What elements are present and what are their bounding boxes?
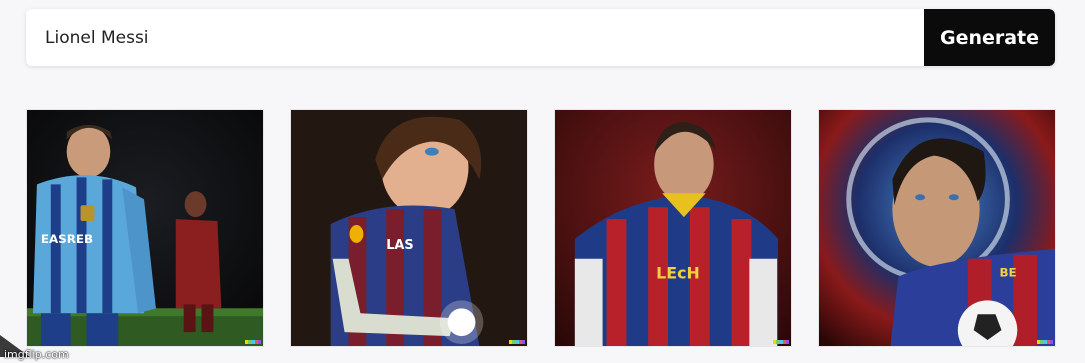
- wm-5: [521, 340, 526, 344]
- watermark-strip: [245, 340, 262, 344]
- generated-image-3[interactable]: LEcH: [554, 109, 792, 347]
- svg-text:BE: BE: [999, 266, 1016, 280]
- generated-image-4-art: BE: [819, 110, 1055, 346]
- generate-button[interactable]: Generate: [924, 9, 1055, 66]
- app: Generate: [0, 0, 1085, 363]
- wm-5: [785, 340, 790, 344]
- generated-image-2-art: LAS: [291, 110, 527, 346]
- generated-image-4[interactable]: BE: [818, 109, 1056, 347]
- svg-text:LEcH: LEcH: [656, 264, 700, 283]
- watermark-strip: [509, 340, 526, 344]
- prompt-bar: Generate: [26, 9, 1055, 66]
- watermark-strip: [773, 340, 790, 344]
- generated-image-2[interactable]: LAS: [290, 109, 528, 347]
- wm-5: [1049, 340, 1054, 344]
- prompt-input[interactable]: [26, 9, 924, 66]
- svg-text:EASREB: EASREB: [41, 232, 93, 246]
- generated-image-3-art: LEcH: [555, 110, 791, 346]
- image-grid: EASREB LAS LEcH BE: [26, 109, 1056, 347]
- svg-text:LAS: LAS: [386, 238, 413, 253]
- generated-image-1-art: EASREB: [27, 110, 263, 346]
- watermark-strip: [1037, 340, 1054, 344]
- generated-image-1[interactable]: EASREB: [26, 109, 264, 347]
- wm-5: [257, 340, 262, 344]
- imgflip-watermark: imgflip.com: [4, 348, 69, 361]
